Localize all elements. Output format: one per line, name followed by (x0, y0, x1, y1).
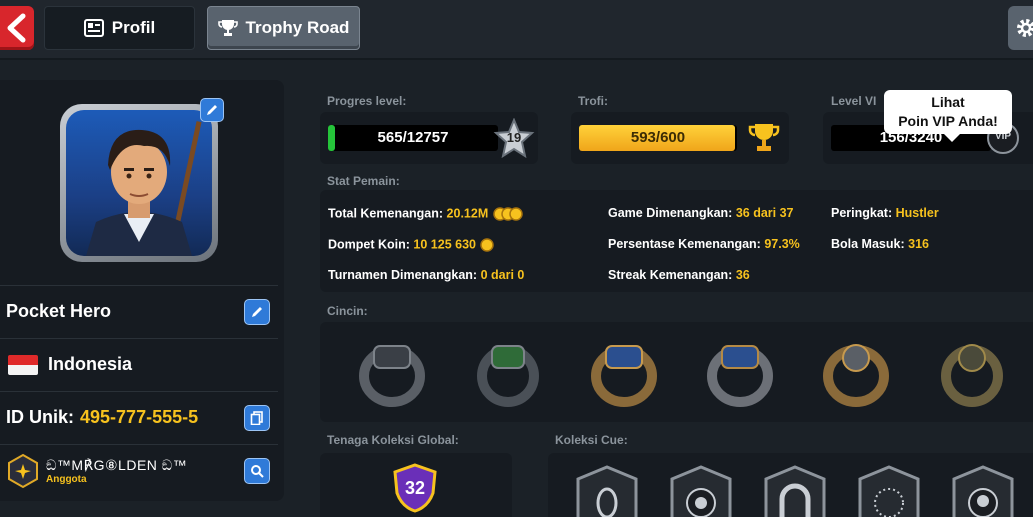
ring-2-icon[interactable] (472, 336, 544, 408)
stat-tournaments-value: 0 dari 0 (480, 268, 525, 282)
collection-power-value: 32 (404, 478, 426, 498)
stat-rank-label: Peringkat: (831, 206, 893, 220)
trophy-icon (217, 20, 238, 36)
unique-id-value: 495-777-555-5 (80, 407, 199, 427)
stat-tournaments-label: Turnamen Dimenangkan: (328, 268, 478, 282)
top-bar: Profil Trophy Road (0, 0, 1033, 60)
profile-panel: Pocket Hero Indonesia ID Unik: 495-777-5… (0, 80, 284, 501)
country-row: Indonesia (0, 338, 278, 390)
ring-3-icon[interactable] (588, 336, 660, 408)
stat-total-wins-label: Total Kemenangan: (328, 206, 444, 221)
level-progress-value: 565/12757 (377, 129, 449, 146)
gear-icon (1017, 19, 1033, 37)
stat-balls-potted-label: Bola Masuk: (831, 237, 905, 251)
pencil-icon (252, 306, 262, 317)
ring-5-icon[interactable] (820, 336, 892, 408)
stat-balls-potted-value: 316 (908, 237, 929, 251)
tab-profil[interactable]: Profil (44, 6, 195, 50)
stat-coin-wallet: Dompet Koin: 10 125 630 (328, 237, 495, 253)
cue-badge-5-icon[interactable] (950, 465, 1016, 517)
edit-name-button[interactable] (244, 298, 270, 325)
avatar-edit-button[interactable] (200, 98, 224, 122)
rings-label: Cincin: (327, 304, 368, 318)
club-name: ඞ™M℟G⑧LDEN ඞ™ (46, 456, 188, 473)
trophy-label: Trofi: (578, 94, 608, 108)
stat-win-streak-value: 36 (735, 268, 750, 282)
tab-trophy-road[interactable]: Trophy Road (207, 6, 360, 50)
stat-games-won: Game Dimenangkan: 36 dari 37 (608, 206, 794, 220)
cue-badge-2-icon[interactable] (668, 465, 734, 517)
player-stats-label: Stat Pemain: (327, 174, 400, 188)
stat-balls-potted: Bola Masuk: 316 (831, 237, 929, 251)
tab-profil-label: Profil (111, 18, 156, 37)
gold-trophy-icon (748, 124, 780, 151)
trophy-progress-value: 593/600 (630, 129, 686, 146)
club-role: Anggota (46, 473, 87, 485)
stat-win-percentage-label: Persentase Kemenangan: (608, 237, 761, 251)
club-hexagon-icon (8, 453, 38, 488)
cue-badge-4-icon[interactable] (856, 465, 922, 517)
stat-win-streak-label: Streak Kemenangan: (608, 268, 733, 282)
level-progress-bar: 565/12757 (328, 125, 498, 151)
rings-panel (320, 322, 1033, 422)
stat-total-wins: Total Kemenangan: 20.12M (328, 206, 524, 222)
stat-rank-value: Hustler (895, 206, 939, 220)
stat-total-wins-value: 20.12M (446, 206, 489, 221)
vip-level-label: Level VI (831, 94, 877, 108)
tab-trophy-road-label: Trophy Road (245, 18, 350, 37)
stat-win-streak: Streak Kemenangan: 36 (608, 268, 750, 282)
cue-badge-3-icon[interactable] (762, 465, 828, 517)
player-stats-panel: Total Kemenangan: 20.12M Dompet Koin: 10… (320, 190, 1033, 292)
stat-games-won-label: Game Dimenangkan: (608, 206, 733, 220)
unique-id-row: ID Unik: 495-777-555-5 (0, 391, 278, 443)
ring-1-icon[interactable] (356, 336, 428, 408)
unique-id-label: ID Unik: (6, 407, 75, 427)
avatar[interactable] (66, 110, 212, 256)
stat-coin-wallet-value: 10 125 630 (413, 237, 476, 252)
ring-6-icon[interactable] (936, 336, 1008, 408)
indonesia-flag-icon (8, 354, 38, 375)
level-progress-card[interactable]: 565/12757 19 (320, 112, 538, 164)
back-button[interactable] (0, 6, 34, 50)
profile-card-icon (83, 19, 104, 37)
vip-tooltip[interactable]: Lihat Poin VIP Anda! (884, 90, 1012, 142)
coin-icon (480, 238, 495, 252)
club-row: ඞ™M℟G⑧LDEN ඞ™ Anggota (0, 444, 278, 496)
avatar-portrait-icon (86, 121, 202, 256)
global-collection-panel[interactable]: 32 (320, 453, 512, 517)
trophy-progress-bar: 593/600 (579, 125, 737, 151)
global-collection-label: Tenaga Koleksi Global: (327, 433, 459, 447)
search-icon (251, 464, 264, 478)
stat-coin-wallet-label: Dompet Koin: (328, 237, 410, 252)
vip-tooltip-line1: Lihat (931, 94, 965, 110)
stat-rank: Peringkat: Hustler (831, 206, 939, 220)
player-name-row: Pocket Hero (0, 285, 278, 337)
trophy-card[interactable]: 593/600 (571, 112, 789, 164)
stat-win-percentage-value: 97.3% (764, 237, 800, 251)
ring-4-icon[interactable] (704, 336, 776, 408)
avatar-frame (60, 104, 218, 262)
vip-tooltip-line2: Poin VIP Anda! (898, 113, 998, 129)
country-name: Indonesia (48, 354, 133, 374)
coins-stack-icon (492, 207, 523, 221)
back-arrow-icon (7, 13, 26, 43)
level-progress-label: Progres level: (327, 94, 407, 108)
player-name: Pocket Hero (6, 301, 112, 321)
cue-collection-panel (548, 453, 1033, 517)
copy-icon (250, 410, 263, 425)
stat-games-won-value: 36 dari 37 (735, 206, 794, 220)
stat-tournaments: Turnamen Dimenangkan: 0 dari 0 (328, 268, 524, 282)
club-search-button[interactable] (244, 457, 270, 484)
pencil-icon (207, 105, 217, 115)
stat-win-percentage: Persentase Kemenangan: 97.3% (608, 237, 800, 251)
level-number: 19 (506, 130, 522, 145)
cue-badge-1-icon[interactable] (574, 465, 640, 517)
settings-button[interactable] (1008, 6, 1033, 50)
cue-collection-label: Koleksi Cue: (555, 433, 628, 447)
copy-id-button[interactable] (244, 404, 270, 431)
